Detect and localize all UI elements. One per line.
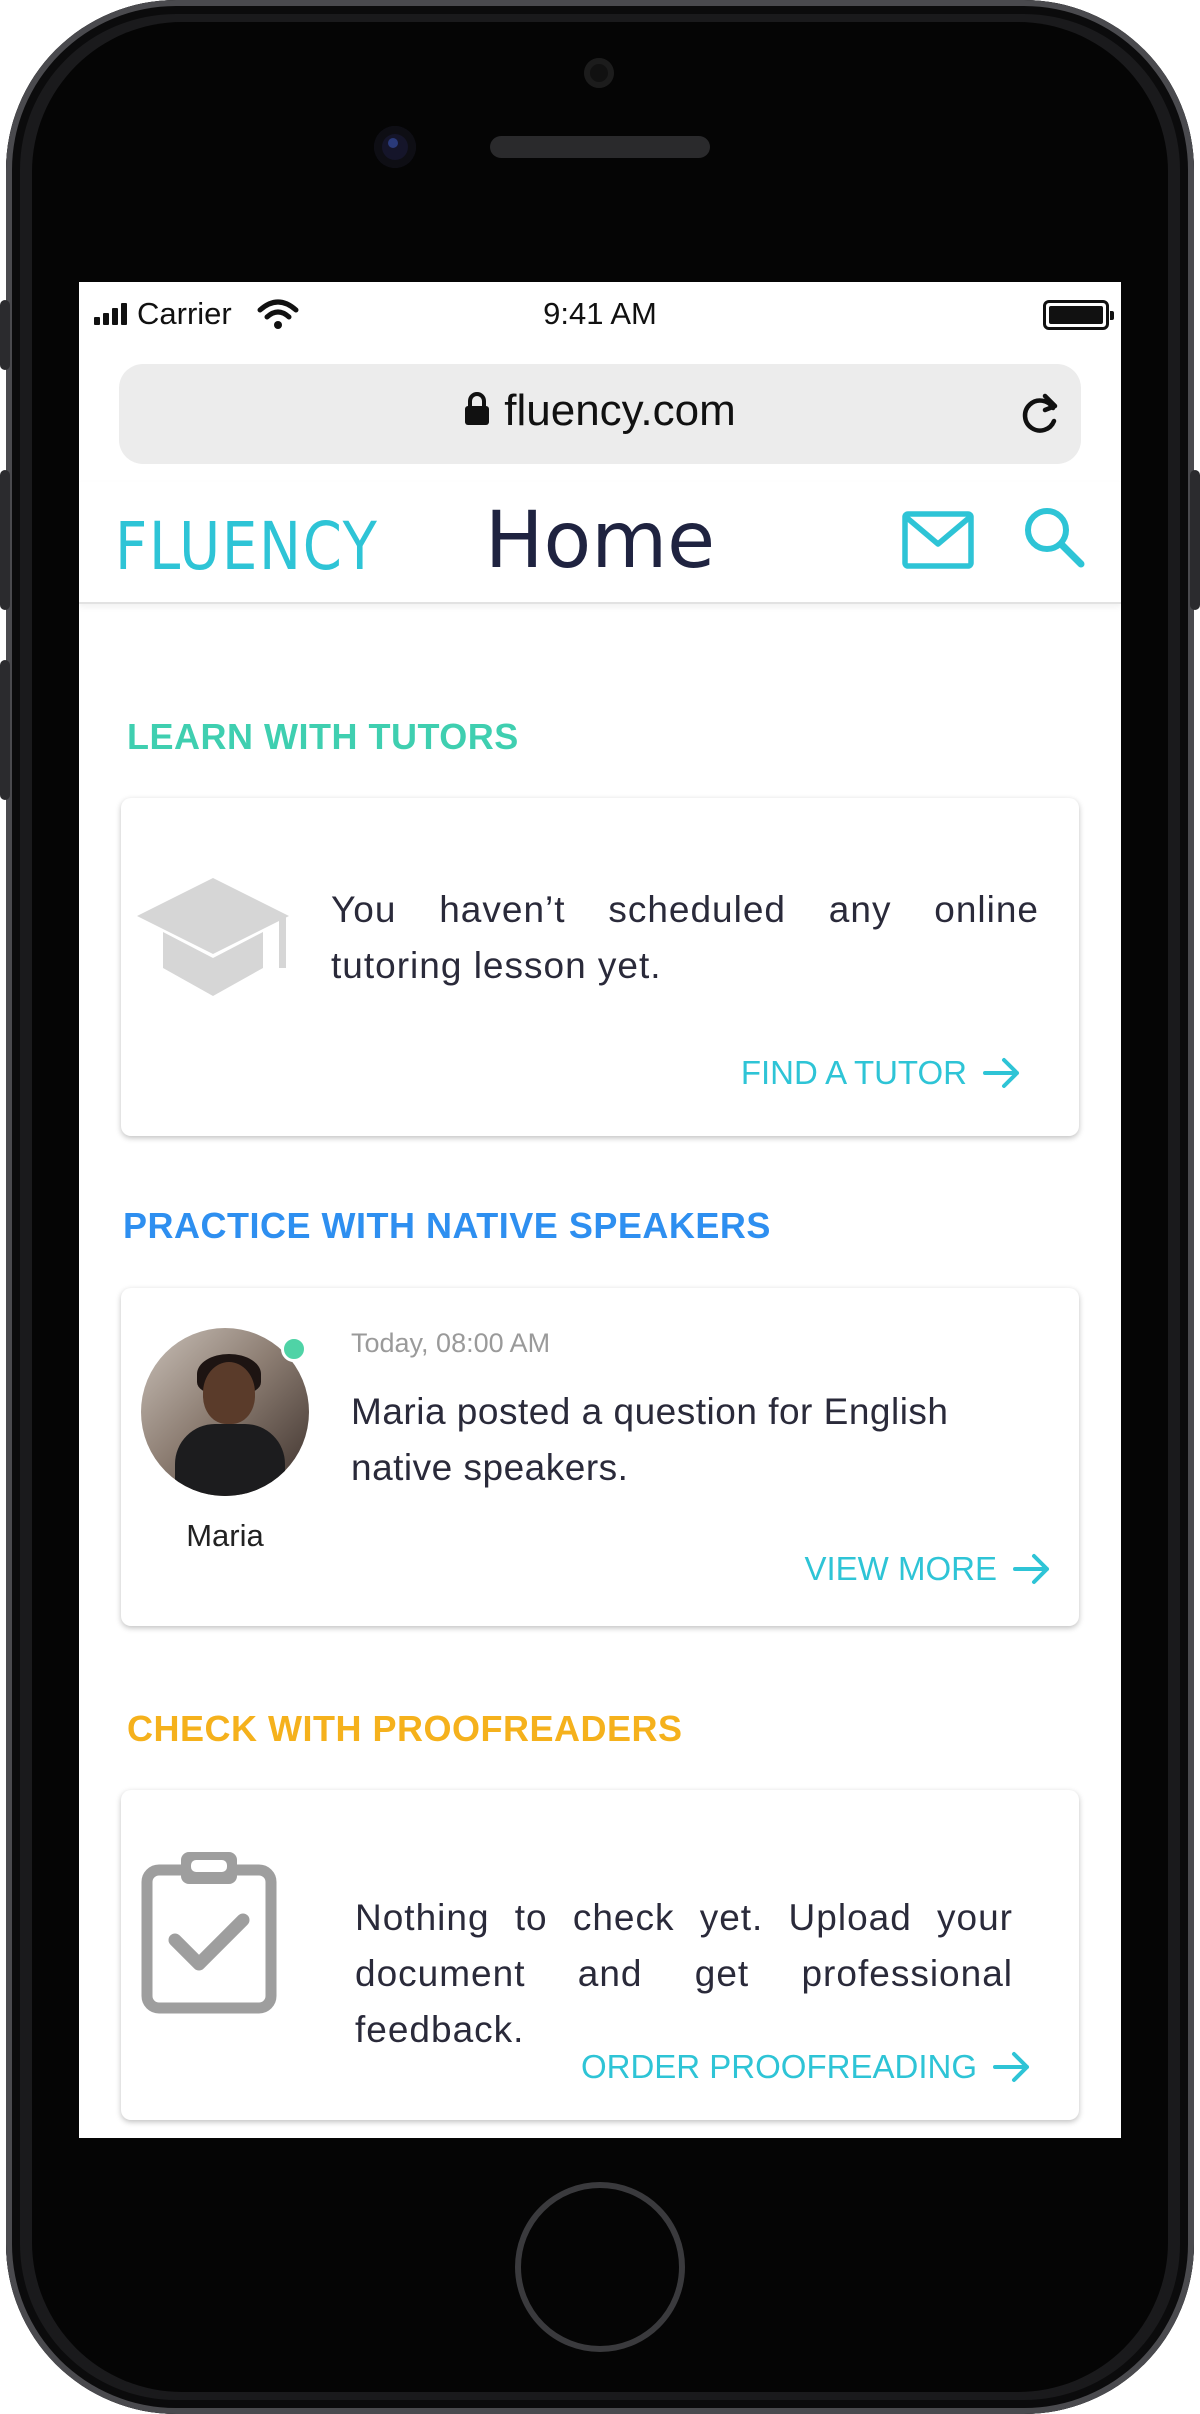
clipboard-check-icon: [141, 1852, 277, 2014]
status-bar: Carrier 9:41 AM: [79, 282, 1121, 350]
order-proofreading-link[interactable]: ORDER PROOFREADING: [581, 2048, 1031, 2086]
search-icon[interactable]: [1021, 504, 1087, 570]
order-proofreading-label: ORDER PROOFREADING: [580, 2048, 977, 2085]
app-header: FLUENCY Home: [79, 482, 1121, 604]
lock-icon: [465, 392, 490, 426]
volume-down-button: [0, 660, 10, 800]
section-title-tutors: LEARN WITH TUTORS: [127, 716, 519, 757]
proofreaders-card: Nothing to check yet. Upload your docume…: [121, 1790, 1079, 2120]
mute-switch: [0, 300, 10, 370]
view-more-link[interactable]: VIEW MORE: [804, 1550, 1051, 1588]
front-sensor: [584, 58, 614, 88]
earpiece-speaker: [490, 136, 710, 158]
status-time: 9:41 AM: [543, 296, 657, 331]
online-status-dot: [281, 1336, 307, 1362]
home-button[interactable]: [515, 2182, 685, 2352]
section-title-proofreaders: CHECK WITH PROOFREADERS: [127, 1708, 683, 1749]
post-timestamp: Today, 08:00 AM: [351, 1328, 551, 1358]
browser-url-bar[interactable]: fluency.com: [119, 364, 1081, 464]
volume-up-button: [0, 470, 10, 610]
proofreaders-message: Nothing to check yet. Upload your docume…: [355, 1897, 1013, 2050]
find-a-tutor-label: FIND A TUTOR: [740, 1054, 967, 1091]
native-speakers-card: Maria Today, 08:00 AM Maria posted a que…: [121, 1288, 1079, 1626]
tutors-message: You haven’t scheduled any online tutorin…: [331, 889, 1039, 986]
user-name: Maria: [186, 1518, 264, 1553]
arrow-right-icon: [993, 2052, 1029, 2082]
reload-icon[interactable]: [1017, 388, 1063, 438]
section-title-native-speakers: PRACTICE WITH NATIVE SPEAKERS: [123, 1205, 771, 1246]
power-button: [1190, 470, 1200, 610]
phone-screen: Carrier 9:41 AM fluency.com FLUENCY Home: [79, 282, 1121, 2138]
mail-icon[interactable]: [901, 510, 975, 570]
battery-icon: [1043, 300, 1114, 330]
arrow-right-icon: [983, 1058, 1019, 1088]
arrow-right-icon: [1013, 1554, 1049, 1584]
graduation-cap-icon: [137, 878, 289, 996]
tutors-card: You haven’t scheduled any online tutorin…: [121, 798, 1079, 1136]
front-camera: [374, 126, 416, 168]
view-more-label: VIEW MORE: [804, 1550, 997, 1587]
url-text: fluency.com: [504, 386, 736, 435]
find-a-tutor-link[interactable]: FIND A TUTOR: [741, 1054, 1021, 1092]
native-speakers-message: Maria posted a question for English nati…: [351, 1391, 949, 1488]
